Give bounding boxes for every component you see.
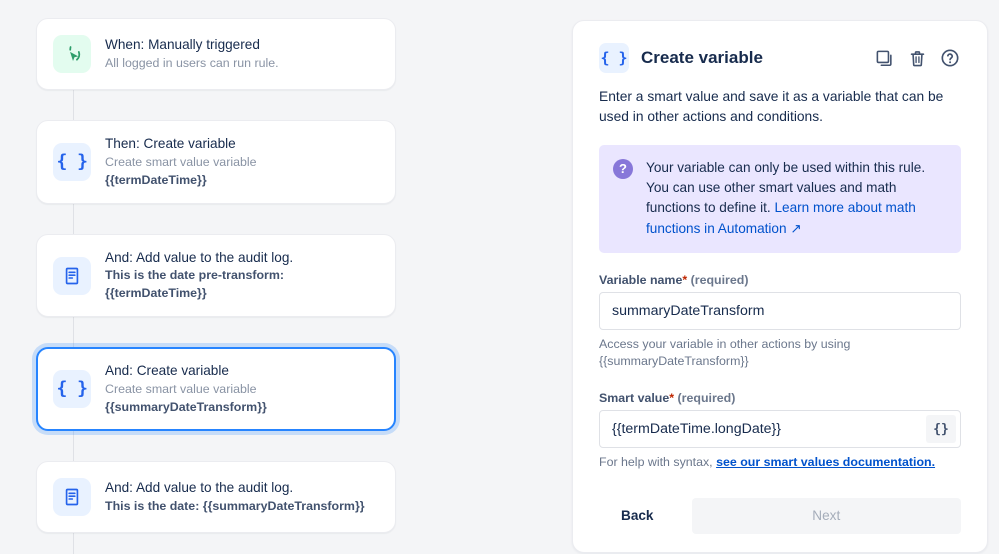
variable-name-help: Access your variable in other actions by… (599, 336, 851, 369)
rule-step-title: And: Add value to the audit log. (105, 250, 294, 266)
required-asterisk: * (682, 272, 688, 287)
rule-step-subtitle: Create smart value variable (105, 382, 257, 397)
info-callout: ? Your variable can only be used within … (599, 144, 961, 253)
help-icon[interactable] (939, 47, 961, 69)
required-word: (required) (677, 391, 736, 406)
rule-step-title: And: Create variable (105, 363, 229, 379)
panel-actions (873, 47, 961, 69)
smart-value-input[interactable] (599, 410, 961, 449)
required-asterisk: * (669, 391, 675, 406)
panel-footer: Back Next (599, 497, 961, 534)
rule-step-detail: This is the date pre-transform: {{termDa… (105, 268, 285, 300)
variable-name-label-text: Variable name (599, 272, 683, 287)
curly-braces-icon: { } (599, 43, 629, 73)
page-title: Create variable (641, 48, 763, 67)
smart-value-label: Smart value* (required) (599, 391, 961, 405)
curly-braces-icon: { } (53, 143, 91, 182)
rule-step-detail: This is the date: {{summaryDateTransform… (105, 498, 365, 513)
back-button[interactable]: Back (599, 499, 676, 532)
info-callout-text: Your variable can only be used within th… (646, 158, 946, 239)
smart-value-help-prefix: For help with syntax, (599, 455, 717, 470)
rule-step-text: And: Add value to the audit log. This is… (105, 479, 365, 515)
audit-log-icon (53, 256, 91, 295)
rule-chain: When: Manually triggered All logged in u… (36, 18, 396, 554)
audit-log-icon (53, 478, 91, 517)
cursor-click-icon (53, 35, 91, 73)
rule-step-create-variable-2[interactable]: { } And: Create variable Create smart va… (36, 347, 396, 432)
rule-step-audit-log-2[interactable]: And: Add value to the audit log. This is… (36, 461, 396, 534)
curly-braces-icon: { } (53, 370, 91, 409)
rule-step-title: Then: Create variable (105, 136, 236, 151)
question-mark-icon: ? (613, 158, 633, 179)
rule-step-subtitle: Create smart value variable (105, 155, 257, 170)
rule-step-text: And: Add value to the audit log. This is… (105, 249, 379, 302)
trash-icon[interactable] (906, 47, 928, 69)
rule-step-title: And: Add value to the audit log. (105, 480, 294, 496)
smart-value-field-group: Smart value* (required) {} For help with… (599, 391, 961, 472)
rule-step-detail: {{summaryDateTransform}} (105, 399, 267, 414)
next-button[interactable]: Next (691, 497, 961, 534)
smart-values-documentation-link[interactable]: see our smart values documentation. (716, 455, 935, 469)
variable-name-label: Variable name* (required) (599, 273, 961, 287)
rule-step-text: Then: Create variable Create smart value… (105, 135, 257, 189)
rule-step-subtitle: All logged in users can run rule. (105, 55, 279, 70)
variable-name-field-group: Variable name* (required) Access your va… (599, 273, 961, 371)
insert-smart-value-icon[interactable]: {} (926, 415, 956, 444)
create-variable-panel: { } Create variable Enter a smart value … (572, 20, 988, 553)
panel-description: Enter a smart value and save it as a var… (599, 89, 944, 125)
smart-value-label-text: Smart value (599, 391, 670, 406)
smart-value-help: For help with syntax, see our smart valu… (599, 454, 961, 472)
rule-step-audit-log-1[interactable]: And: Add value to the audit log. This is… (36, 234, 396, 318)
smart-value-input-wrap: {} (599, 410, 961, 449)
duplicate-icon[interactable] (873, 47, 895, 69)
rule-step-trigger[interactable]: When: Manually triggered All logged in u… (36, 18, 396, 90)
rule-step-detail: {{termDateTime}} (105, 172, 207, 187)
rule-step-create-variable-1[interactable]: { } Then: Create variable Create smart v… (36, 120, 396, 205)
rule-step-text: And: Create variable Create smart value … (105, 362, 267, 416)
automation-rule-builder: When: Manually triggered All logged in u… (0, 0, 999, 554)
required-word: (required) (690, 272, 749, 287)
panel-header: { } Create variable (599, 43, 961, 73)
rule-step-title: When: Manually triggered (105, 36, 260, 52)
variable-name-input[interactable] (599, 291, 961, 330)
rule-step-text: When: Manually triggered All logged in u… (105, 36, 279, 73)
